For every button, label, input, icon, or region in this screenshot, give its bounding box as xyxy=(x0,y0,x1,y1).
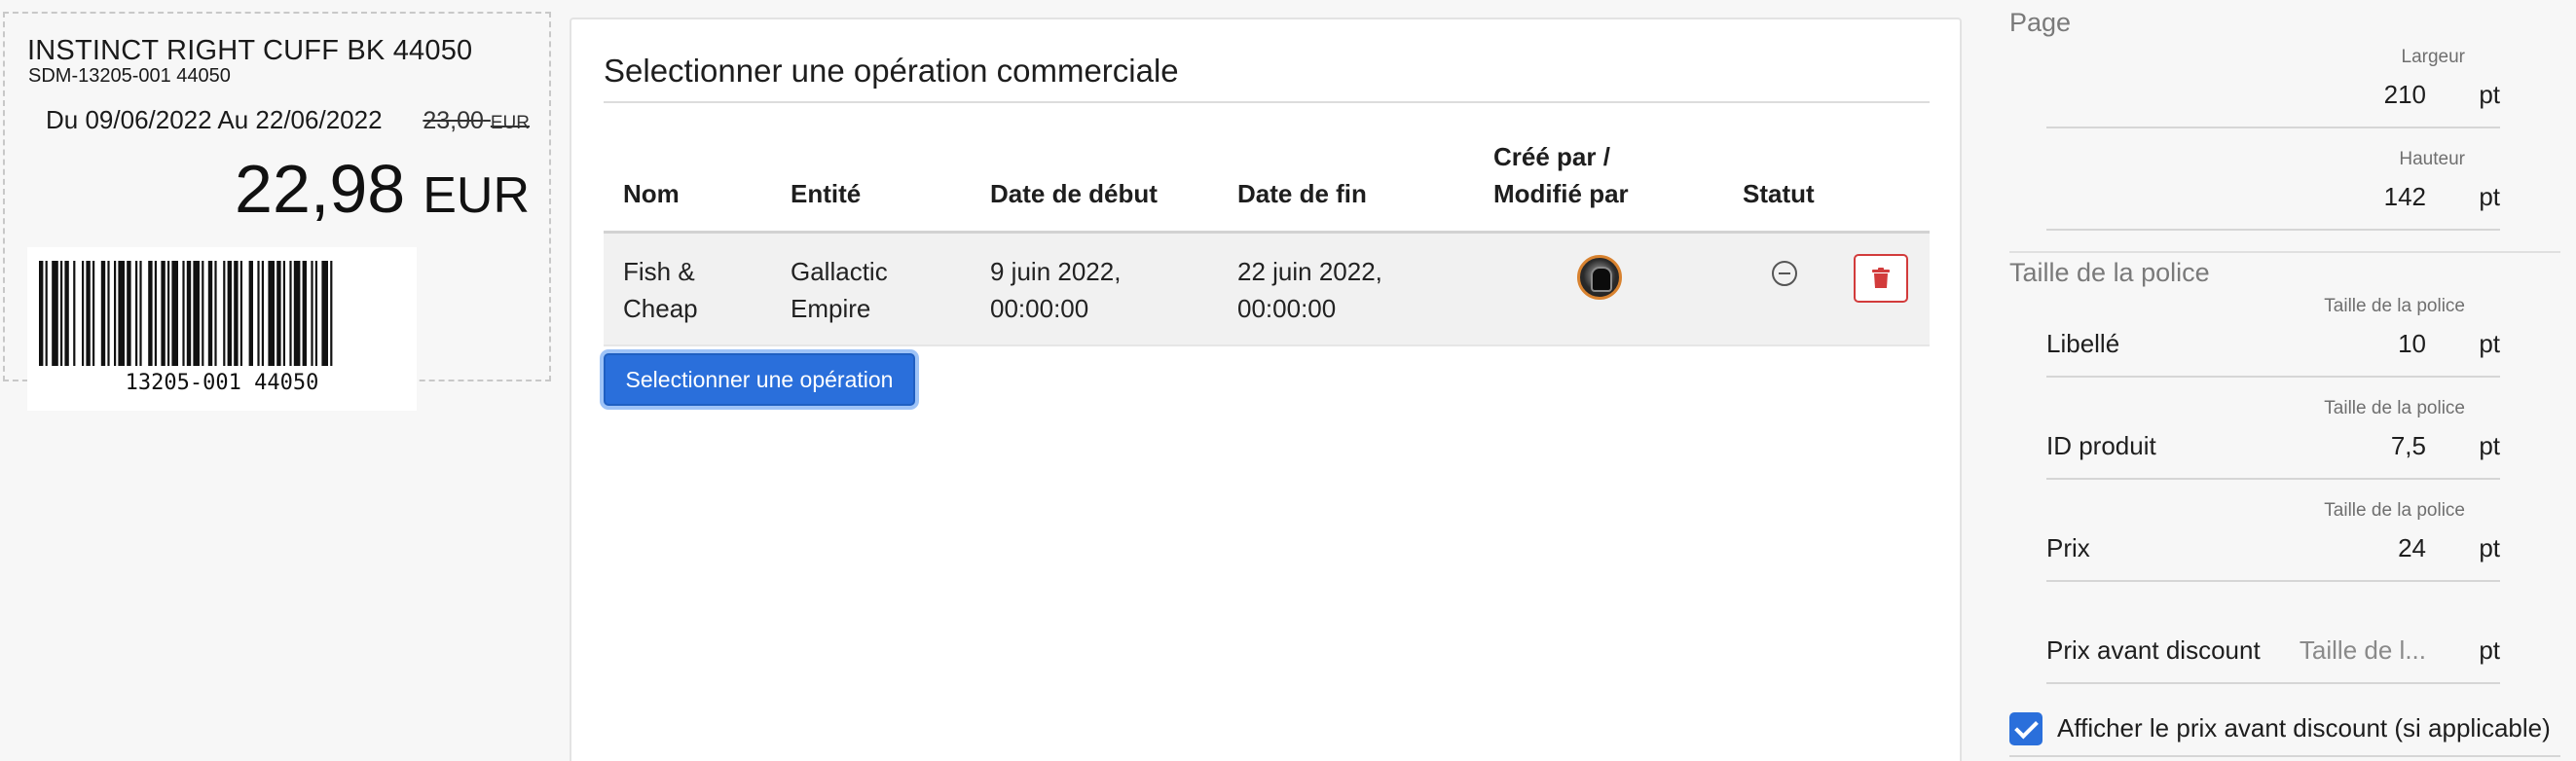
label-old-price: 23,00 EUR xyxy=(423,107,530,135)
font-size-sublabel: Taille de la police xyxy=(2324,398,2465,418)
barcode: 13205-001 44050 xyxy=(27,247,417,411)
font-size-old-price-unit: pt xyxy=(2479,635,2500,665)
font-size-old-price-underline xyxy=(2046,682,2500,684)
font-size-old-price-name: Prix avant discount xyxy=(2046,635,2261,665)
page-height-field[interactable]: Hauteur 142 pt xyxy=(2046,149,2500,248)
font-size-label-name: Libellé xyxy=(2046,329,2120,358)
settings-panel: Page Largeur 210 pt Hauteur 142 pt Taill… xyxy=(2009,0,2576,761)
font-size-price-name: Prix xyxy=(2046,533,2090,562)
label-old-price-value: 23,00 xyxy=(423,107,484,134)
font-size-label-input[interactable]: 10 xyxy=(2398,329,2426,359)
cell-entity-line2: Empire xyxy=(791,294,871,323)
font-size-product-id-underline xyxy=(2046,478,2500,480)
col-end-date: Date de fin xyxy=(1237,179,1367,208)
font-size-price-unit: pt xyxy=(2479,533,2500,562)
font-size-price-underline xyxy=(2046,580,2500,582)
col-created-by-line1: Créé par / xyxy=(1493,142,1610,171)
font-size-product-id-name: ID produit xyxy=(2046,431,2156,460)
page-width-input[interactable]: 210 xyxy=(2384,80,2426,110)
show-old-price-label: Afficher le prix avant discount (si appl… xyxy=(2057,713,2551,743)
page-width-sublabel: Largeur xyxy=(2401,47,2466,67)
cell-name-line2: Cheap xyxy=(623,294,698,323)
font-size-product-id-unit: pt xyxy=(2479,431,2500,460)
font-size-label-unit: pt xyxy=(2479,329,2500,358)
font-size-old-price-field[interactable]: Prix avant discount Taille de l... pt xyxy=(2046,602,2500,702)
section-title-font-size: Taille de la police xyxy=(2009,258,2210,287)
barcode-bars xyxy=(39,261,333,366)
barcode-text: 13205-001 44050 xyxy=(125,371,319,395)
label-preview: INSTINCT RIGHT CUFF BK 44050 SDM-13205-0… xyxy=(3,12,551,411)
label-price-value: 22,98 xyxy=(235,151,406,227)
cell-end-line1: 22 juin 2022, xyxy=(1237,257,1382,286)
cell-entity: Gallactic Empire xyxy=(791,253,888,327)
cell-name-line1: Fish & xyxy=(623,257,695,286)
font-size-sublabel: Taille de la police xyxy=(2324,500,2465,521)
cell-end-line2: 00:00:00 xyxy=(1237,294,1337,323)
font-size-product-id-field[interactable]: Taille de la police ID produit 7,5 pt xyxy=(2046,398,2500,497)
page-height-underline xyxy=(2046,229,2500,231)
cell-end-date: 22 juin 2022, 00:00:00 xyxy=(1237,253,1382,327)
avatar[interactable] xyxy=(1577,255,1622,300)
table-row[interactable]: Fish & Cheap Gallactic Empire 9 juin 202… xyxy=(604,234,1930,346)
show-old-price-checkbox[interactable] xyxy=(2009,712,2042,745)
cell-start-date: 9 juin 2022, 00:00:00 xyxy=(990,253,1121,327)
col-created-by: Créé par / Modifié par xyxy=(1493,138,1629,212)
page-width-underline xyxy=(2046,127,2500,128)
label-price-currency: EUR xyxy=(423,167,530,224)
section-title-page: Page xyxy=(2009,8,2072,37)
cell-entity-line1: Gallactic xyxy=(791,257,888,286)
cell-start-line1: 9 juin 2022, xyxy=(990,257,1122,286)
delete-button[interactable] xyxy=(1854,254,1908,303)
font-size-product-id-input[interactable]: 7,5 xyxy=(2391,431,2426,461)
col-entity: Entité xyxy=(791,179,862,208)
font-size-label-underline xyxy=(2046,376,2500,378)
panel-title: Selectionner une opération commerciale xyxy=(604,53,1179,89)
checkbox-underline xyxy=(2009,755,2560,757)
trash-icon xyxy=(1872,268,1890,288)
page-width-field[interactable]: Largeur 210 pt xyxy=(2046,47,2500,146)
font-size-old-price-input[interactable]: Taille de l... xyxy=(2300,635,2426,666)
font-size-label-field[interactable]: Taille de la police Libellé 10 pt xyxy=(2046,296,2500,395)
font-size-price-input[interactable]: 24 xyxy=(2398,533,2426,563)
operations-table: Nom Entité Date de début Date de fin Cré… xyxy=(604,121,1930,346)
operation-panel: Selectionner une opération commerciale N… xyxy=(570,18,1962,761)
col-status: Statut xyxy=(1743,179,1815,208)
page-height-input[interactable]: 142 xyxy=(2384,182,2426,212)
font-size-price-field[interactable]: Taille de la police Prix 24 pt xyxy=(2046,500,2500,599)
page-height-unit: pt xyxy=(2479,182,2500,211)
cell-name: Fish & Cheap xyxy=(623,253,698,327)
col-created-by-line2: Modifié par xyxy=(1493,179,1629,208)
col-name: Nom xyxy=(623,179,680,208)
font-size-sublabel: Taille de la police xyxy=(2324,296,2465,316)
page-width-unit: pt xyxy=(2479,80,2500,109)
col-start-date: Date de début xyxy=(990,179,1158,208)
label-price: 22,98 EUR xyxy=(235,150,530,228)
label-product-id: SDM-13205-001 44050 xyxy=(28,65,231,87)
table-header: Nom Entité Date de début Date de fin Cré… xyxy=(604,121,1930,234)
status-minus-circle-icon xyxy=(1772,261,1797,286)
label-old-price-currency: EUR xyxy=(490,113,530,133)
label-product-name: INSTINCT RIGHT CUFF BK 44050 xyxy=(27,35,473,66)
label-dates: Du 09/06/2022 Au 22/06/2022 xyxy=(46,105,383,134)
section-divider xyxy=(2009,251,2560,253)
page-height-sublabel: Hauteur xyxy=(2399,149,2465,169)
title-divider xyxy=(604,101,1930,103)
cell-start-line2: 00:00:00 xyxy=(990,294,1089,323)
select-operation-button[interactable]: Selectionner une opération xyxy=(604,353,915,406)
